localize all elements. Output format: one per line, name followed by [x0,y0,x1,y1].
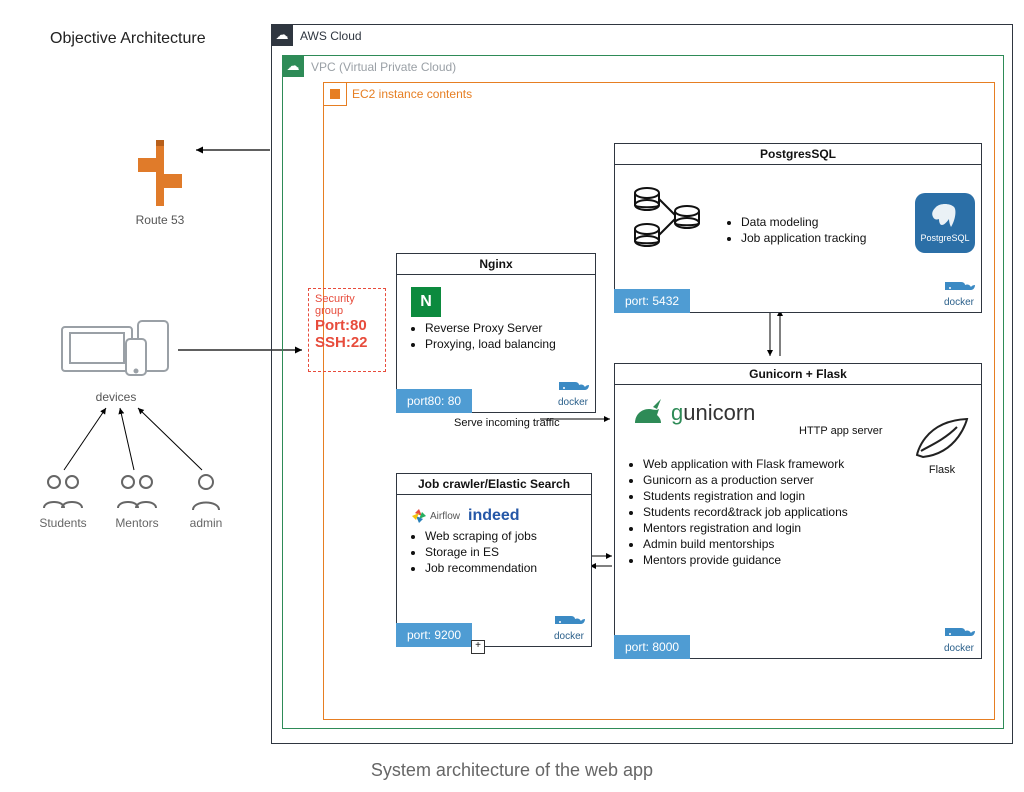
list-item: Admin build mentorships [643,537,971,551]
cloud-icon: ☁ [271,24,293,46]
security-group-port: Port:80 [315,317,379,334]
users-row: Students Mentors admin [38,472,226,530]
devices-block: devices [56,317,176,404]
users-icon [112,472,162,512]
crawler-card: Job crawler/Elastic Search Airflow indee… [396,473,592,647]
list-item: Students record&track job applications [643,505,971,519]
docker-icon [941,622,977,642]
devices-label: devices [56,390,176,404]
database-cluster-icon [629,183,705,249]
nginx-logo-icon: N [411,287,441,317]
aws-cloud-container: ☁ AWS Cloud ☁ VPC (Virtual Private Cloud… [271,24,1013,744]
docker-label: docker [944,643,974,654]
docker-badge: docker [941,276,977,308]
crawler-port-badge: port: 9200 [396,623,472,647]
list-item: Students registration and login [643,489,971,503]
postgres-title: PostgresSQL [615,144,981,165]
vpc-container: ☁ VPC (Virtual Private Cloud) EC2 instan… [282,55,1004,729]
list-item: Job application tracking [741,231,866,245]
security-group-ssh: SSH:22 [315,334,379,351]
list-item-underlined: Gunicorn as a production server [643,473,814,487]
list-item: Proxying, load balancing [425,337,585,351]
docker-icon [551,610,587,630]
ec2-container: EC2 instance contents Security group Por… [323,82,995,720]
postgres-port-badge: port: 5432 [614,289,690,313]
docker-label: docker [554,631,584,642]
docker-icon [555,376,591,396]
user-students-label: Students [38,516,88,530]
docker-badge: docker [555,376,591,408]
gunicorn-card: Gunicorn + Flask gunicorn HTTP app serve… [614,363,982,659]
flask-block: Flask [913,415,971,476]
ec2-icon [323,82,347,106]
airflow-label: Airflow [430,511,460,522]
user-admin: admin [186,472,226,530]
expand-icon[interactable]: + [471,640,485,654]
postgresql-badge: PostgreSQL [915,193,975,253]
list-item: Web scraping of jobs [425,529,581,543]
postgresql-badge-label: PostgreSQL [920,233,969,243]
indeed-logo: indeed [468,507,520,525]
ec2-label: EC2 instance contents [352,87,472,101]
users-icon [38,472,88,512]
postgres-bullets: Data modeling Job application tracking [723,215,866,247]
list-item: Data modeling [741,215,866,229]
figure-caption: System architecture of the web app [0,760,1024,781]
objective-title: Objective Architecture [50,30,206,48]
postgresql-icon [930,203,960,233]
docker-icon [941,276,977,296]
devices-icon [56,317,176,387]
user-mentors: Mentors [112,472,162,530]
route53-block: Route 53 [130,140,190,227]
nginx-bullets: Reverse Proxy Server Proxying, load bala… [407,321,585,351]
security-group-title: Security group [315,293,379,317]
postgres-card: PostgresSQL PostgreSQL [614,143,982,313]
nginx-title: Nginx [397,254,595,275]
user-admin-label: admin [186,516,226,530]
airflow-logo: Airflow [411,508,460,524]
vpc-label: VPC (Virtual Private Cloud) [311,60,456,74]
security-group-box: Security group Port:80 SSH:22 [308,288,386,372]
list-item: Storage in ES [425,545,581,559]
gunicorn-text: gunicorn [671,400,755,426]
user-students: Students [38,472,88,530]
gunicorn-icon [631,399,665,427]
docker-badge: docker [551,610,587,642]
nginx-port-badge: port80: 80 [396,389,472,413]
docker-label: docker [944,297,974,308]
nginx-card: Nginx N Reverse Proxy Server Proxying, l… [396,253,596,413]
flask-label: Flask [913,464,971,476]
user-mentors-label: Mentors [112,516,162,530]
list-item: Reverse Proxy Server [425,321,585,335]
crawler-logos: Airflow indeed [411,507,581,525]
docker-badge: docker [941,622,977,654]
airflow-icon [411,508,427,524]
flask-horn-icon [913,415,971,461]
gunicorn-title: Gunicorn + Flask [615,364,981,385]
route53-icon [130,140,190,210]
list-item: Job recommendation [425,561,581,575]
list-item: Mentors registration and login [643,521,971,535]
docker-label: docker [558,397,588,408]
crawler-title: Job crawler/Elastic Search [397,474,591,495]
user-icon [186,472,226,512]
gunicorn-port-badge: port: 8000 [614,635,690,659]
aws-cloud-label: AWS Cloud [300,29,362,43]
serve-traffic-label: Serve incoming traffic [454,417,560,429]
gunicorn-text-rest: unicorn [683,400,755,425]
vpc-icon: ☁ [282,55,304,77]
route53-label: Route 53 [130,213,190,227]
crawler-bullets: Web scraping of jobs Storage in ES Job r… [407,529,581,575]
http-app-label: HTTP app server [799,425,883,437]
list-item: Mentors provide guidance [643,553,971,567]
